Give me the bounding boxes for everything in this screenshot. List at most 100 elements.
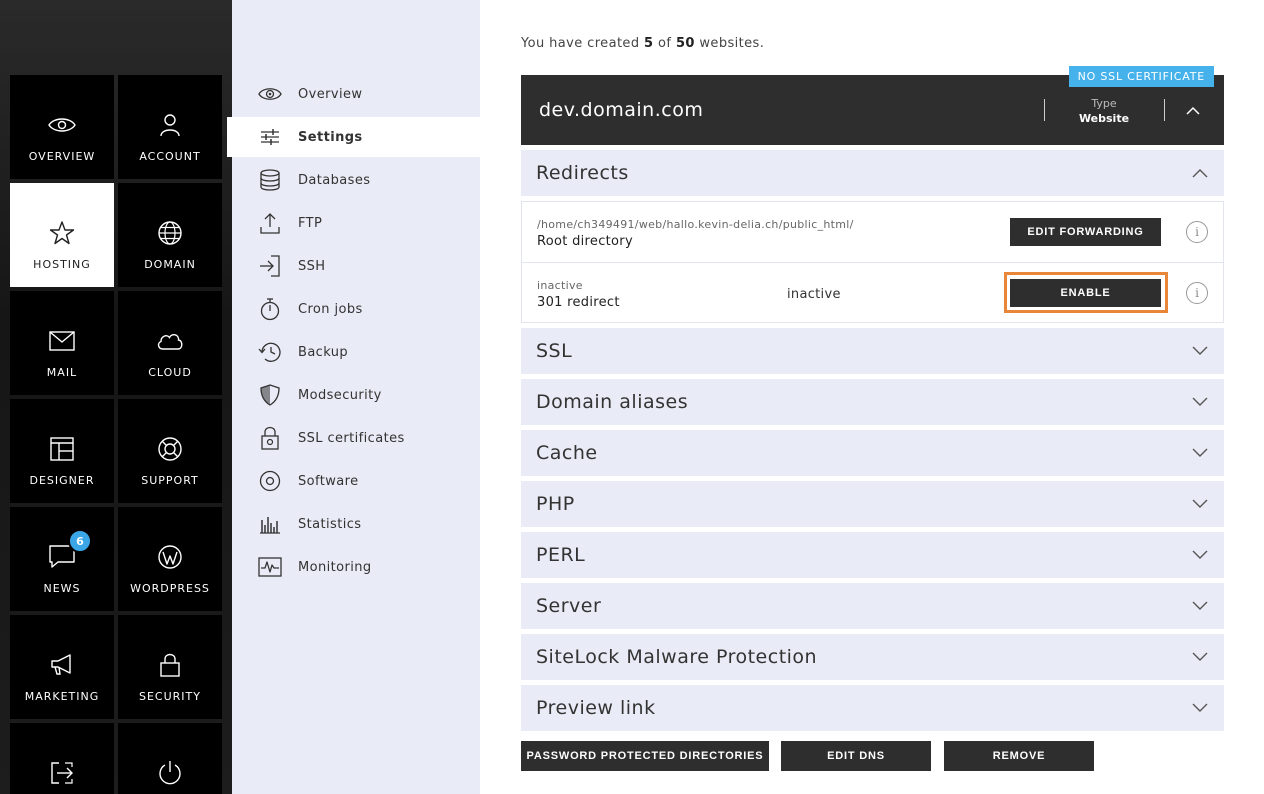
redirects-panel: /home/ch349491/web/hallo.kevin-delia.ch/…: [521, 201, 1224, 323]
bar-chart-icon: [257, 512, 283, 536]
main-tile-nav: OVERVIEW ACCOUNT HOSTING DOMAIN MAIL CLO…: [0, 0, 232, 794]
section-title: Preview link: [536, 697, 656, 719]
section-title: Redirects: [536, 162, 629, 184]
wordpress-icon: [156, 543, 184, 571]
subnav-label: SSH: [298, 258, 326, 274]
info-icon[interactable]: i: [1186, 282, 1208, 304]
tile-label: NEWS: [43, 582, 81, 595]
lifebuoy-icon: [156, 435, 184, 463]
chevron-down-icon: [1190, 494, 1210, 514]
section-php[interactable]: PHP: [521, 481, 1224, 527]
sliders-icon: [257, 125, 283, 149]
tile-designer[interactable]: DESIGNER: [10, 399, 114, 503]
section-server[interactable]: Server: [521, 583, 1224, 629]
section-title: SSL: [536, 340, 573, 362]
subnav-label: Backup: [298, 344, 349, 360]
section-domain-aliases[interactable]: Domain aliases: [521, 379, 1224, 425]
tile-label: MAIL: [46, 366, 78, 379]
tile-news[interactable]: 6 NEWS: [10, 507, 114, 611]
tile-domain[interactable]: DOMAIN: [118, 183, 222, 287]
chevron-up-icon[interactable]: [1181, 100, 1205, 120]
shield-icon: [257, 383, 283, 407]
subnav-backup[interactable]: Backup: [232, 332, 480, 372]
eye-icon: [257, 82, 283, 106]
sign-out-icon: [48, 759, 76, 787]
disc-icon: [257, 469, 283, 493]
tile-label: CLOUD: [148, 366, 192, 379]
tile-marketing[interactable]: MARKETING: [10, 615, 114, 719]
tile-label: DOMAIN: [144, 258, 196, 271]
tile-cloud[interactable]: CLOUD: [118, 291, 222, 395]
subnav-statistics[interactable]: Statistics: [232, 504, 480, 544]
section-sitelock[interactable]: SiteLock Malware Protection: [521, 634, 1224, 680]
tile-power[interactable]: [118, 723, 222, 794]
redirect-status: inactive: [787, 287, 841, 302]
chevron-down-icon: [1190, 341, 1210, 361]
globe-icon: [156, 219, 184, 247]
chat-bubble-icon: 6: [48, 529, 92, 571]
subnav-label: SSL certificates: [298, 430, 405, 446]
chevron-up-icon: [1190, 163, 1210, 183]
section-perl[interactable]: PERL: [521, 532, 1224, 578]
subnav-modsecurity[interactable]: Modsecurity: [232, 375, 480, 415]
tile-label: WORDPRESS: [130, 582, 210, 595]
subnav-software[interactable]: Software: [232, 461, 480, 501]
subnav-ftp[interactable]: FTP: [232, 203, 480, 243]
subnav-label: Modsecurity: [298, 387, 382, 403]
tile-security[interactable]: SECURITY: [118, 615, 222, 719]
subnav-label: Settings: [298, 129, 363, 145]
tile-label: HOSTING: [33, 258, 91, 271]
lock-icon: [156, 651, 184, 679]
certificate-lock-icon: [257, 426, 283, 450]
stopwatch-icon: [257, 297, 283, 321]
chevron-down-icon: [1190, 647, 1210, 667]
tile-overview[interactable]: OVERVIEW: [10, 75, 114, 179]
section-title: PERL: [536, 544, 586, 566]
tile-wordpress[interactable]: WORDPRESS: [118, 507, 222, 611]
redirect-row: /home/ch349491/web/hallo.kevin-delia.ch/…: [522, 202, 1223, 262]
layout-icon: [48, 435, 76, 463]
tile-label: ACCOUNT: [139, 150, 201, 163]
section-title: PHP: [536, 493, 575, 515]
subnav-ssh[interactable]: SSH: [232, 246, 480, 286]
user-icon: [156, 111, 184, 139]
upload-icon: [257, 211, 283, 235]
tile-label: DESIGNER: [29, 474, 95, 487]
tile-label: MARKETING: [24, 690, 100, 703]
tile-label: OVERVIEW: [28, 150, 96, 163]
tile-mail[interactable]: MAIL: [10, 291, 114, 395]
tile-hosting[interactable]: HOSTING: [10, 183, 114, 287]
remove-button[interactable]: REMOVE: [944, 741, 1094, 771]
edit-dns-button[interactable]: EDIT DNS: [781, 741, 931, 771]
type-value: Website: [1078, 112, 1130, 125]
history-icon: [257, 340, 283, 364]
tile-support[interactable]: SUPPORT: [118, 399, 222, 503]
enable-button[interactable]: ENABLE: [1010, 279, 1161, 307]
subnav-monitoring[interactable]: Monitoring: [232, 547, 480, 587]
chevron-down-icon: [1190, 596, 1210, 616]
section-preview-link[interactable]: Preview link: [521, 685, 1224, 731]
tile-account[interactable]: ACCOUNT: [118, 75, 222, 179]
tile-logout[interactable]: [10, 723, 114, 794]
news-badge: 6: [68, 529, 92, 553]
section-redirects[interactable]: Redirects: [521, 150, 1224, 196]
subnav-cron-jobs[interactable]: Cron jobs: [232, 289, 480, 329]
info-icon[interactable]: i: [1186, 221, 1208, 243]
section-ssl[interactable]: SSL: [521, 328, 1224, 374]
type-label: Type: [1091, 97, 1117, 110]
subnav-databases[interactable]: Databases: [232, 160, 480, 200]
redirect-name: Root directory: [537, 234, 633, 249]
redirect-name: 301 redirect: [537, 295, 620, 310]
database-icon: [257, 168, 283, 192]
subnav-ssl-certificates[interactable]: SSL certificates: [232, 418, 480, 458]
chevron-down-icon: [1190, 443, 1210, 463]
password-protected-directories-button[interactable]: PASSWORD PROTECTED DIRECTORIES: [521, 741, 769, 771]
subnav-overview[interactable]: Overview: [232, 74, 480, 114]
subnav-settings[interactable]: Settings: [227, 117, 480, 157]
section-title: SiteLock Malware Protection: [536, 646, 818, 668]
pulse-icon: [257, 555, 283, 579]
chevron-down-icon: [1190, 392, 1210, 412]
edit-forwarding-button[interactable]: EDIT FORWARDING: [1010, 218, 1161, 246]
chevron-down-icon: [1190, 545, 1210, 565]
section-cache[interactable]: Cache: [521, 430, 1224, 476]
